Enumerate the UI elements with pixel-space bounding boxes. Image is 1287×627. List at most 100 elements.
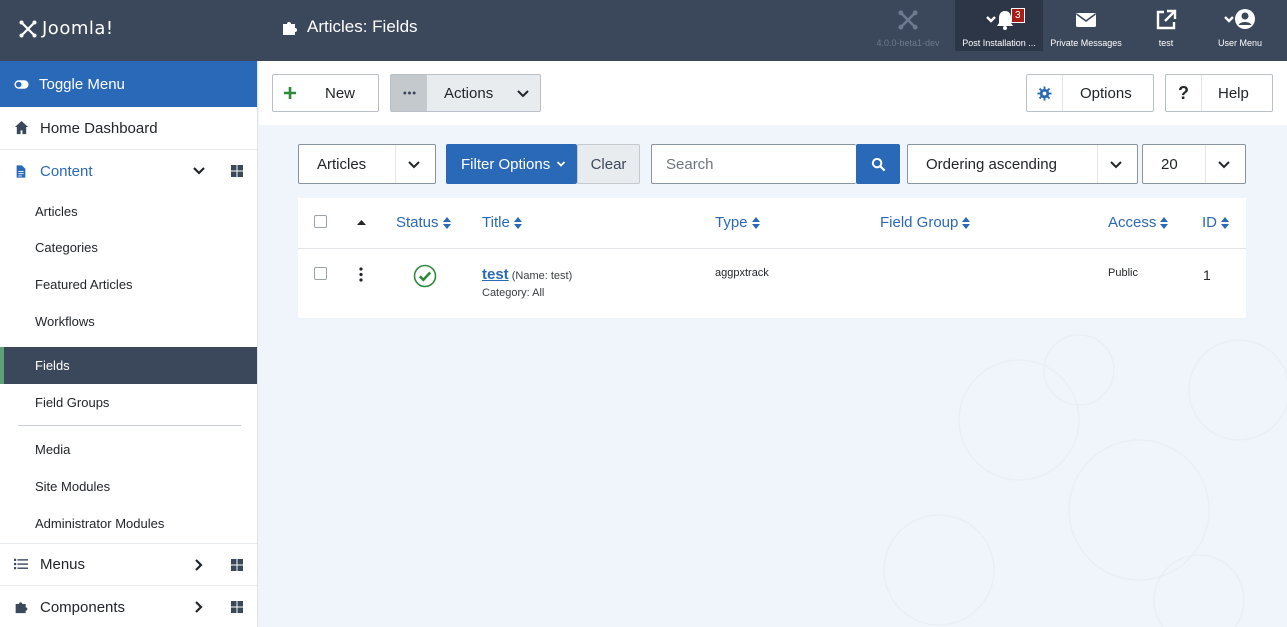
field-title-link[interactable]: test <box>482 266 509 283</box>
column-label: Type <box>715 214 748 231</box>
joomla-logo[interactable]: Joomla! <box>18 18 114 39</box>
dashboard-grid-icon[interactable] <box>230 558 244 572</box>
chevron-right-icon[interactable] <box>192 558 206 572</box>
file-icon <box>14 164 30 180</box>
sidebar-item-workflows[interactable]: Workflows <box>0 303 257 340</box>
list-limit-value: 20 <box>1161 155 1178 173</box>
sidebar-item-content[interactable]: Content <box>0 150 257 193</box>
drag-handle-icon[interactable] <box>359 267 363 282</box>
sidebar-item-articles[interactable]: Articles <box>0 193 257 230</box>
sidebar-item-fields[interactable]: Fields <box>0 347 257 384</box>
clear-button[interactable]: Clear <box>577 144 640 184</box>
help-button[interactable]: ? Help <box>1165 74 1273 112</box>
select-all-checkbox[interactable] <box>314 215 327 228</box>
sidebar-item-field-groups[interactable]: Field Groups <box>0 384 257 421</box>
search-placeholder: Search <box>666 155 714 173</box>
sort-ascending-icon[interactable] <box>357 219 366 226</box>
external-link-icon <box>1156 9 1177 30</box>
column-field-group[interactable]: Field Group <box>880 214 971 231</box>
sidebar-item-label: Site Modules <box>35 478 111 494</box>
column-label: Access <box>1108 214 1157 231</box>
row-checkbox[interactable] <box>314 267 327 280</box>
content-submenu: Articles Categories Featured Articles Wo… <box>0 193 257 541</box>
sidebar-item-label: Fields <box>35 358 70 374</box>
context-select[interactable]: Articles <box>298 144 436 184</box>
sidebar-item-administrator-modules[interactable]: Administrator Modules <box>0 505 257 542</box>
envelope-icon <box>1076 13 1096 27</box>
field-name-note: (Name: test) <box>511 270 573 282</box>
sidebar-item-label: Administrator Modules <box>35 515 165 531</box>
sidebar-item-label: Home Dashboard <box>40 119 158 137</box>
post-installation-messages[interactable]: 3 Post Installation ... <box>955 0 1043 51</box>
plus-icon <box>273 75 307 111</box>
column-access[interactable]: Access <box>1108 214 1169 231</box>
select-separator <box>1097 145 1098 183</box>
filter-options-button[interactable]: Filter Options <box>446 144 577 184</box>
options-button[interactable]: Options <box>1026 74 1154 112</box>
chevron-down-icon[interactable] <box>192 164 206 178</box>
chevron-down-icon <box>408 161 420 169</box>
column-title[interactable]: Title <box>482 214 522 231</box>
chevron-right-icon[interactable] <box>192 600 206 614</box>
user-menu[interactable]: User Menu <box>1205 0 1275 51</box>
page-title: Articles: Fields <box>281 17 418 37</box>
new-button[interactable]: New <box>272 74 379 112</box>
sidebar: Toggle Menu Home Dashboard Content Artic… <box>0 61 258 627</box>
toolbar: New Actions Options ? Help <box>259 61 1287 125</box>
field-category-note: Category: All <box>482 287 545 299</box>
private-messages[interactable]: Private Messages <box>1048 0 1124 51</box>
home-icon <box>14 120 30 136</box>
id-cell: 1 <box>1203 267 1211 283</box>
sort-icon <box>442 216 451 229</box>
joomla-logo-icon <box>19 20 37 37</box>
list-icon <box>14 557 30 573</box>
column-label: Status <box>396 214 439 231</box>
toggle-menu-button[interactable]: Toggle Menu <box>0 61 257 107</box>
version-indicator: 4.0.0-beta1-dev <box>870 0 946 51</box>
gear-icon <box>1027 75 1063 111</box>
sort-icon <box>751 216 760 229</box>
sidebar-item-media[interactable]: Media <box>0 432 257 469</box>
column-label: Title <box>482 214 510 231</box>
ordering-select[interactable]: Ordering ascending <box>907 144 1138 184</box>
page-title-text: Articles: Fields <box>307 17 418 36</box>
sidebar-item-featured-articles[interactable]: Featured Articles <box>0 266 257 303</box>
column-status[interactable]: Status <box>396 214 451 231</box>
ordering-select-value: Ordering ascending <box>926 155 1057 173</box>
dashboard-grid-icon[interactable] <box>230 600 244 614</box>
ellipsis-icon <box>391 75 427 111</box>
access-cell: Public <box>1108 267 1138 279</box>
search-icon <box>871 157 885 171</box>
actions-dropdown[interactable]: Actions <box>390 74 541 112</box>
view-site-link[interactable]: test <box>1134 0 1198 51</box>
sidebar-item-menus[interactable]: Menus <box>0 543 257 587</box>
column-id[interactable]: ID <box>1202 214 1229 231</box>
submenu-divider <box>18 424 241 426</box>
sidebar-item-site-modules[interactable]: Site Modules <box>0 468 257 505</box>
sort-icon <box>1160 216 1169 229</box>
private-messages-label: Private Messages <box>1050 38 1122 48</box>
column-label: Field Group <box>880 214 959 231</box>
sidebar-item-label: Menus <box>40 556 86 574</box>
joomla-version-icon <box>898 10 918 30</box>
user-circle-icon <box>1224 9 1255 29</box>
sidebar-item-categories[interactable]: Categories <box>0 230 257 267</box>
sidebar-item-components[interactable]: Components <box>0 586 257 627</box>
chevron-down-icon <box>517 90 529 98</box>
published-check-icon[interactable] <box>413 264 437 288</box>
column-type[interactable]: Type <box>715 214 760 231</box>
list-limit-select[interactable]: 20 <box>1142 144 1246 184</box>
search-input[interactable]: Search <box>651 144 856 184</box>
fields-table: Status Title Type Field Group Access ID <box>298 198 1246 318</box>
search-button[interactable] <box>856 144 900 184</box>
type-cell: aggpxtrack <box>715 267 769 279</box>
background-pattern <box>883 334 1287 627</box>
post-installation-label: Post Installation ... <box>962 38 1036 48</box>
sidebar-item-home-dashboard[interactable]: Home Dashboard <box>0 107 257 150</box>
question-icon: ? <box>1166 75 1202 111</box>
help-label: Help <box>1218 84 1249 102</box>
user-menu-label: User Menu <box>1217 38 1262 48</box>
puzzle-icon <box>283 22 297 35</box>
dashboard-grid-icon[interactable] <box>230 164 244 178</box>
chevron-down-icon <box>1218 161 1230 169</box>
